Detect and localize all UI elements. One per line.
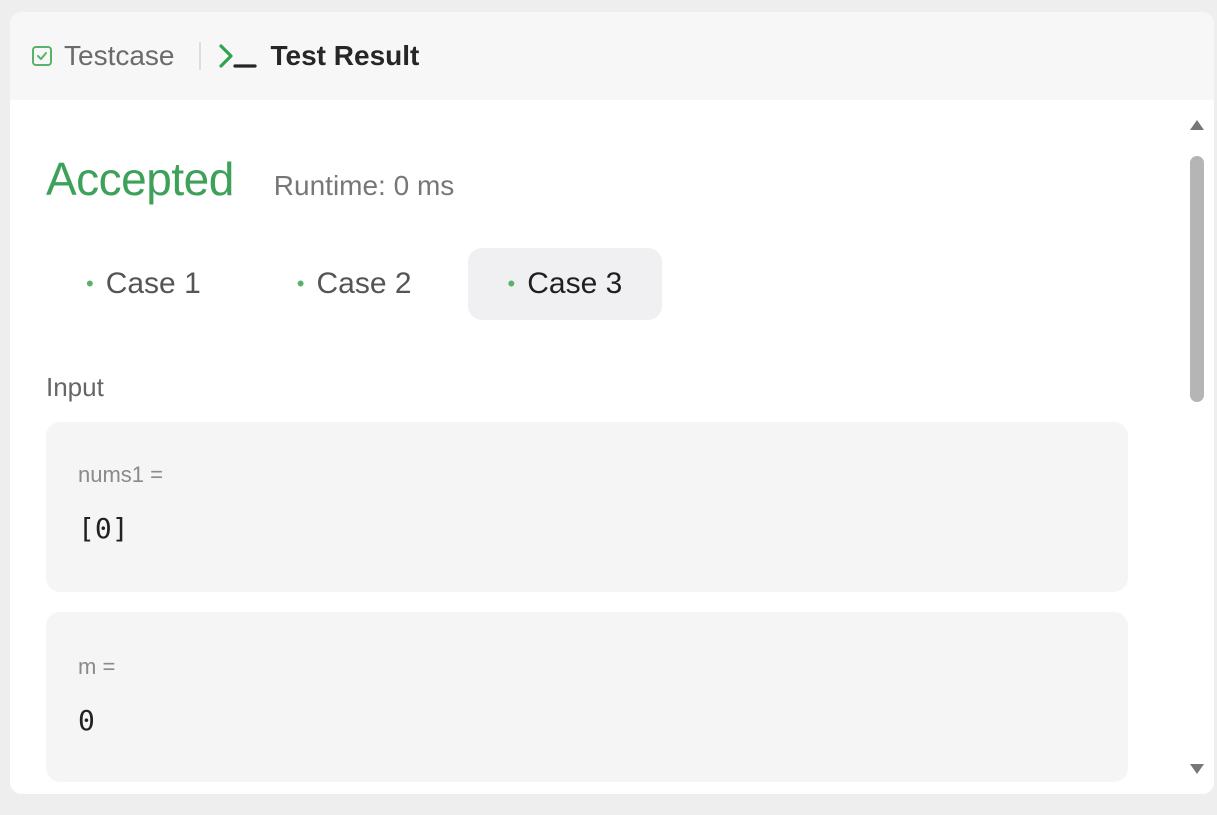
- param-name: nums1 =: [78, 462, 163, 487]
- case-tabs: • Case 1 • Case 2 • Case 3: [46, 248, 678, 320]
- tab-testcase[interactable]: Testcase: [32, 40, 175, 72]
- case-tab-2[interactable]: • Case 2: [257, 248, 452, 320]
- case-tab-3[interactable]: • Case 3: [467, 248, 663, 320]
- param-nums1: nums1 = [0]: [46, 422, 1128, 592]
- param-name: m =: [78, 654, 116, 679]
- case-label: Case 1: [105, 267, 201, 300]
- tab-test-result-label: Test Result: [270, 40, 420, 71]
- case-label: Case 2: [316, 267, 412, 300]
- terminal-icon: [218, 43, 257, 69]
- test-result-panel: Testcase Test Result Accepted Runtime: 0…: [10, 12, 1214, 794]
- tab-bar: Testcase Test Result: [10, 12, 1214, 100]
- case-label: Case 3: [527, 267, 623, 300]
- case-pass-dot: •: [86, 271, 94, 296]
- tab-test-result[interactable]: Test Result: [218, 40, 420, 72]
- scroll-down-arrow-icon[interactable]: [1189, 762, 1205, 780]
- tab-testcase-label: Testcase: [64, 40, 175, 71]
- status-row: Accepted Runtime: 0 ms: [46, 152, 454, 206]
- input-label: Input: [46, 372, 104, 402]
- param-value[interactable]: [0]: [78, 512, 129, 545]
- case-pass-dot: •: [296, 271, 305, 296]
- scrollbar-thumb[interactable]: [1190, 156, 1204, 402]
- checkbox-icon: [32, 46, 52, 66]
- status-accepted: Accepted: [46, 153, 234, 205]
- case-pass-dot: •: [507, 271, 516, 296]
- param-m: m = 0: [46, 612, 1128, 782]
- result-content: Accepted Runtime: 0 ms • Case 1 • Case 2…: [10, 100, 1180, 794]
- tab-divider: [198, 42, 201, 70]
- param-value[interactable]: 0: [78, 704, 95, 737]
- vertical-scrollbar[interactable]: [1180, 100, 1214, 794]
- scroll-up-arrow-icon[interactable]: [1189, 118, 1205, 136]
- case-tab-1[interactable]: • Case 1: [46, 248, 241, 320]
- runtime-text: Runtime: 0 ms: [273, 170, 455, 201]
